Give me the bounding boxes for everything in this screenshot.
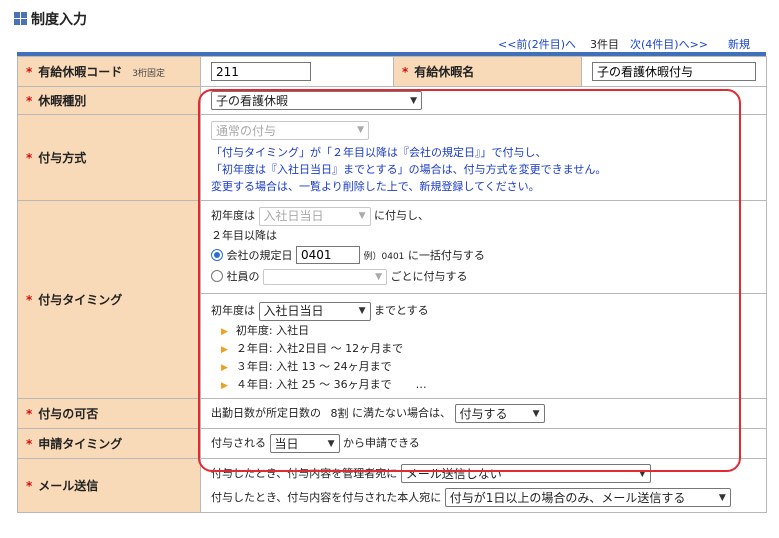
code-label: * 有給休暇コード 3桁固定: [17, 56, 201, 87]
settings-form: *有給休暇コード3桁固定 *有給休暇名 *休暇種別 子の看護休暇▼ *付与方式 …: [17, 56, 767, 513]
chevron-down-icon: ▼: [532, 408, 540, 419]
chevron-down-icon: ▼: [358, 211, 366, 221]
grid-icon: [14, 12, 27, 25]
eligibility-select[interactable]: 付与する ▼: [454, 404, 545, 423]
type-select[interactable]: 子の看護休暇 ▼: [211, 91, 422, 110]
chevron-down-icon: ▼: [638, 468, 646, 479]
row-mail: * メール送信 付与したとき、付与内容を管理者宛に メール送信しない ▼ 付与したと…: [17, 458, 767, 513]
method-note-1: 「付与タイミング」が「２年目以降は『会社の規定日』」で付与し、: [211, 145, 547, 159]
method-note-2: 「初年度は『入社日当日』までとする」の場合は、付与方式を変更できません。: [211, 162, 607, 176]
user-mail-select[interactable]: 付与が1日以上の場合のみ、メール送信する ▼: [444, 488, 731, 507]
chevron-down-icon: ▼: [375, 272, 382, 282]
method-select[interactable]: 通常の付与 ▼: [211, 120, 369, 140]
employee-date-radio[interactable]: [211, 270, 223, 282]
type-label: * 休暇種別: [17, 86, 201, 115]
eligibility-label: * 付与の可否: [17, 398, 201, 429]
company-date-radio[interactable]: [211, 249, 223, 261]
code-input[interactable]: [211, 62, 311, 81]
triangle-right-icon: ▶: [221, 345, 228, 355]
admin-mail-select[interactable]: メール送信しない ▼: [400, 464, 651, 483]
row-eligibility: * 付与の可否 出勤日数が所定日数の 8割 に満たない場合は、 付与する ▼: [17, 398, 767, 429]
chevron-down-icon: ▼: [410, 95, 417, 106]
record-nav: <<前(2件目)へ 3件目 次(4件目)へ>> 新規: [0, 36, 765, 52]
row-apply: * 申請タイミング 付与される 当日 ▼ から申請できる: [17, 428, 767, 459]
chevron-down-icon: ▼: [718, 492, 726, 503]
row-timing: * 付与タイミング 初年度は 入社日当日 ▼ に付与し、 ２年目以降は 会社の規定日…: [17, 200, 767, 399]
method-label: * 付与方式: [17, 114, 201, 201]
chevron-down-icon: ▼: [357, 125, 364, 135]
chevron-down-icon: ▼: [358, 306, 366, 316]
triangle-right-icon: ▶: [221, 363, 228, 373]
company-date-input[interactable]: [296, 246, 360, 264]
method-note-3: 変更する場合は、一覧より削除した上で、新規登録してください。: [211, 179, 540, 193]
mail-label: * メール送信: [17, 458, 201, 513]
chevron-down-icon: ▼: [327, 438, 335, 449]
current-record: 3件目: [590, 38, 619, 51]
row-type: * 休暇種別 子の看護休暇 ▼: [17, 86, 767, 115]
prev-link[interactable]: <<前(2件目)へ: [498, 36, 576, 52]
triangle-right-icon: ▶: [221, 381, 228, 391]
next-link[interactable]: 次(4件目)へ>>: [630, 36, 708, 52]
employee-date-select[interactable]: ▼: [263, 269, 387, 285]
first-year-select[interactable]: 入社日当日 ▼: [258, 206, 371, 226]
name-label: * 有給休暇名: [393, 56, 582, 87]
name-input[interactable]: [592, 62, 756, 81]
row-code: *有給休暇コード3桁固定 *有給休暇名: [17, 56, 767, 87]
apply-label: * 申請タイミング: [17, 428, 201, 459]
triangle-right-icon: ▶: [221, 327, 228, 337]
new-link[interactable]: 新規: [728, 36, 750, 52]
row-method: * 付与方式 通常の付与 ▼ 「付与タイミング」が「２年目以降は『会社の規定日』」で…: [17, 114, 767, 201]
timing-divider: [201, 293, 766, 294]
apply-select[interactable]: 当日 ▼: [269, 434, 340, 453]
page-title: 制度入力: [31, 12, 87, 28]
until-select[interactable]: 入社日当日 ▼: [258, 301, 371, 321]
timing-label: * 付与タイミング: [17, 200, 201, 399]
